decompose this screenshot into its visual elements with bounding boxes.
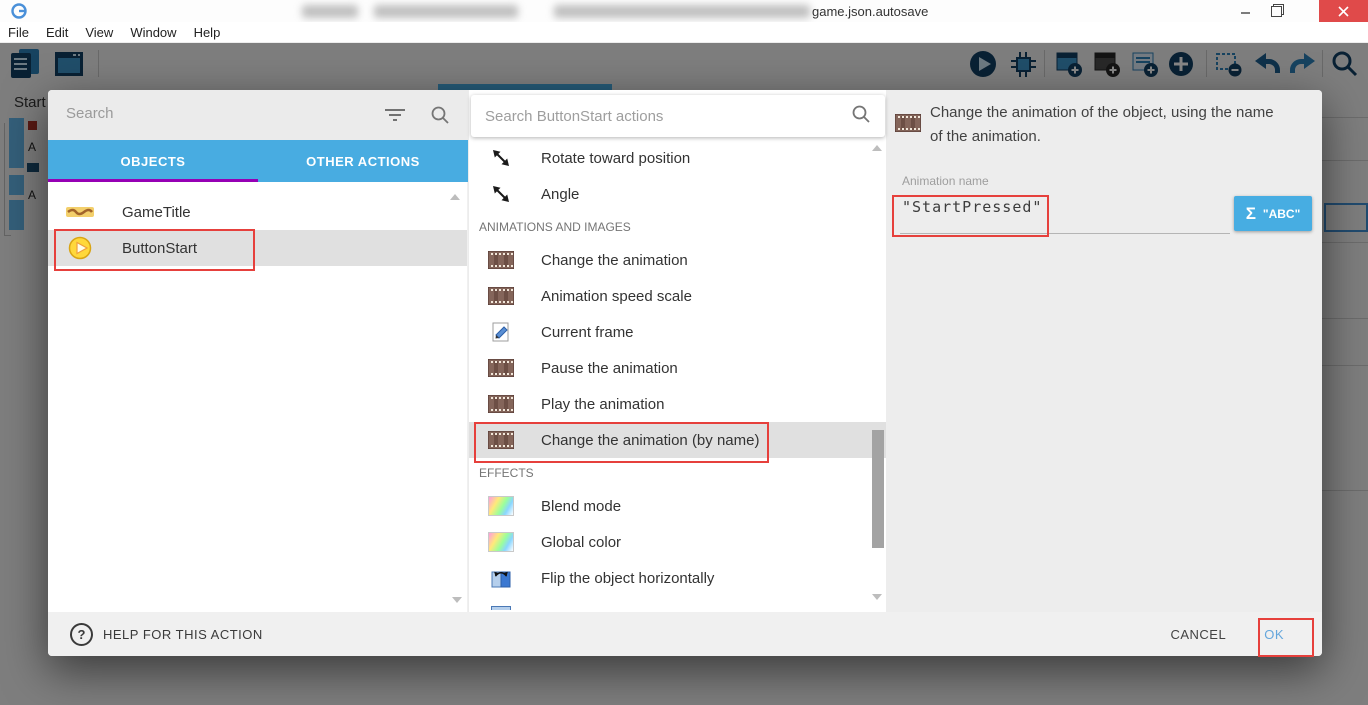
film-strip-icon xyxy=(487,251,515,269)
action-editor-dialog: OBJECTS OTHER ACTIONS GameTitle ButtonSt… xyxy=(48,90,1322,656)
animation-name-field[interactable]: "StartPressed" xyxy=(902,198,1042,216)
film-strip-icon xyxy=(487,287,515,305)
flip-vertical-icon xyxy=(487,606,515,610)
action-label: Change the animation (by name) xyxy=(541,432,759,449)
help-label: HELP FOR THIS ACTION xyxy=(103,627,263,642)
film-strip-icon xyxy=(895,114,921,137)
action-item[interactable]: Global color xyxy=(469,524,887,560)
window-title: game.json.autosave xyxy=(812,4,928,19)
object-search-input[interactable] xyxy=(64,104,368,123)
scroll-down-icon[interactable] xyxy=(452,597,462,603)
rotate-arrow-icon xyxy=(487,184,515,204)
object-panel: OBJECTS OTHER ACTIONS GameTitle ButtonSt… xyxy=(48,90,468,612)
action-item[interactable]: Rotate toward position xyxy=(469,140,887,176)
action-label: Pause the animation xyxy=(541,360,678,377)
action-item[interactable]: Pause the animation xyxy=(469,350,887,386)
object-search-bar xyxy=(48,90,468,140)
animation-name-label: Animation name xyxy=(902,174,989,188)
abc-label: "ABC" xyxy=(1263,207,1300,221)
action-item[interactable]: Blend mode xyxy=(469,488,887,524)
cancel-button[interactable]: CANCEL xyxy=(1170,627,1226,642)
tab-objects[interactable]: OBJECTS xyxy=(48,140,258,182)
action-list: Rotate toward position Angle ANIMATIONS … xyxy=(469,140,887,610)
game-title-thumbnail-icon xyxy=(66,204,94,220)
dialog-footer: ? HELP FOR THIS ACTION CANCEL OK xyxy=(48,612,1322,656)
blurred-title-text xyxy=(554,5,810,18)
blurred-title-text xyxy=(374,5,518,18)
film-strip-icon xyxy=(487,359,515,377)
frame-edit-icon xyxy=(487,322,515,342)
flip-horizontal-icon xyxy=(487,568,515,588)
help-for-this-action-link[interactable]: ? HELP FOR THIS ACTION xyxy=(70,623,263,646)
object-label: ButtonStart xyxy=(122,240,197,257)
object-list: GameTitle ButtonStart xyxy=(48,182,468,612)
field-underline xyxy=(900,233,1230,234)
blurred-title-text xyxy=(302,5,358,18)
rainbow-icon xyxy=(487,496,515,516)
action-label: Angle xyxy=(541,186,579,203)
rainbow-icon xyxy=(487,532,515,552)
footer-buttons: CANCEL OK xyxy=(1170,627,1292,642)
menu-bar: File Edit View Window Help xyxy=(0,22,1368,43)
action-label: Global color xyxy=(541,534,621,551)
description-line: Change the animation of the object, usin… xyxy=(930,101,1274,125)
film-strip-icon xyxy=(487,395,515,413)
action-item[interactable]: Play the animation xyxy=(469,386,887,422)
object-panel-tabs: OBJECTS OTHER ACTIONS xyxy=(48,140,468,182)
expression-editor-button[interactable]: Σ "ABC" xyxy=(1234,196,1312,231)
action-label: Rotate toward position xyxy=(541,150,690,167)
action-label: Animation speed scale xyxy=(541,288,692,305)
scroll-up-icon[interactable] xyxy=(872,145,882,151)
action-label: Flip the object horizontally xyxy=(541,570,714,587)
sigma-icon: Σ xyxy=(1246,204,1256,224)
action-item-change-animation-by-name[interactable]: Change the animation (by name) xyxy=(469,422,887,458)
action-label: Blend mode xyxy=(541,498,621,515)
action-label: Current frame xyxy=(541,324,634,341)
description-line: of the animation. xyxy=(930,125,1274,149)
scroll-up-icon[interactable] xyxy=(450,194,460,200)
rotate-arrow-icon xyxy=(487,148,515,168)
film-strip-icon xyxy=(487,431,515,449)
action-search-input[interactable] xyxy=(471,107,851,126)
menu-file[interactable]: File xyxy=(8,25,29,40)
action-item[interactable]: Change the animation xyxy=(469,242,887,278)
close-icon[interactable] xyxy=(1319,0,1368,22)
search-icon[interactable] xyxy=(851,104,871,129)
action-label: Change the animation xyxy=(541,252,688,269)
action-item[interactable]: Animation speed scale xyxy=(469,278,887,314)
action-item[interactable]: Angle xyxy=(469,176,887,212)
help-icon: ? xyxy=(70,623,93,646)
action-item-partial[interactable] xyxy=(469,596,887,610)
search-icon[interactable] xyxy=(430,105,450,130)
yellow-play-button-icon xyxy=(66,236,94,260)
scrollbar-thumb[interactable] xyxy=(872,430,884,548)
action-panel: Rotate toward position Angle ANIMATIONS … xyxy=(468,90,887,612)
menu-view[interactable]: View xyxy=(85,25,113,40)
minimize-icon[interactable] xyxy=(1232,0,1260,22)
action-item[interactable]: Flip the object horizontally xyxy=(469,560,887,596)
action-section-header: ANIMATIONS AND IMAGES xyxy=(469,212,887,242)
list-item-gametitle[interactable]: GameTitle xyxy=(48,194,467,230)
menu-help[interactable]: Help xyxy=(194,25,221,40)
menu-edit[interactable]: Edit xyxy=(46,25,68,40)
action-detail-panel: Change the animation of the object, usin… xyxy=(886,90,1322,612)
list-item-buttonstart[interactable]: ButtonStart xyxy=(48,230,467,266)
tab-other-actions[interactable]: OTHER ACTIONS xyxy=(258,140,468,182)
title-bar: game.json.autosave xyxy=(0,0,1368,22)
restore-icon[interactable] xyxy=(1262,0,1290,22)
action-label: Play the animation xyxy=(541,396,664,413)
gdevelop-window: game.json.autosave File Edit View Window… xyxy=(0,0,1368,705)
action-search-bar xyxy=(471,95,885,137)
filter-icon[interactable] xyxy=(384,108,406,127)
action-description: Change the animation of the object, usin… xyxy=(930,101,1274,149)
object-label: GameTitle xyxy=(122,204,191,221)
action-section-header: EFFECTS xyxy=(469,458,887,488)
ok-button[interactable]: OK xyxy=(1256,627,1292,642)
scroll-down-icon[interactable] xyxy=(872,594,882,600)
action-item[interactable]: Current frame xyxy=(469,314,887,350)
menu-window[interactable]: Window xyxy=(130,25,176,40)
